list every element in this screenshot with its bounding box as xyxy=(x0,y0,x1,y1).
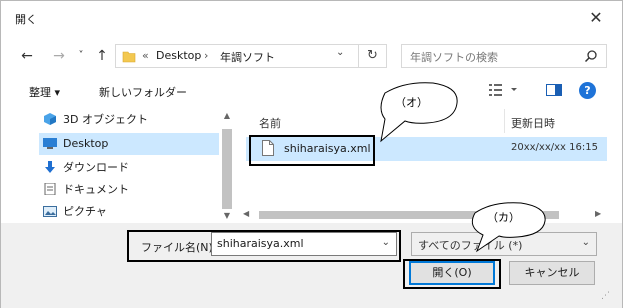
document-icon xyxy=(44,183,56,195)
sidebar-item-documents[interactable]: ドキュメント xyxy=(43,179,219,201)
breadcrumb-overflow[interactable]: « xyxy=(142,49,149,62)
new-folder-button[interactable]: 新しいフォルダー xyxy=(99,84,187,100)
sidebar-item-label: 3D オブジェクト xyxy=(63,113,148,126)
navigation-pane-scrollbar[interactable]: ▲ ▼ xyxy=(219,107,235,223)
cancel-button[interactable]: キャンセル xyxy=(509,261,595,285)
breadcrumb-desktop[interactable]: Desktop xyxy=(156,49,201,62)
recent-locations-chevron-icon[interactable]: ˅ xyxy=(75,45,87,67)
3d-objects-icon xyxy=(44,113,56,125)
up-folder-icon[interactable]: ↑ xyxy=(93,45,111,67)
callout-label-o: （オ） xyxy=(395,96,428,109)
close-icon[interactable]: ✕ xyxy=(587,9,605,27)
open-file-dialog: 開く ✕ ← → ˅ ↑ « Desktop › 年調ソフト ⌄ ↻ 年調ソフト… xyxy=(0,0,623,308)
sidebar-item-downloads[interactable]: ダウンロード xyxy=(43,157,219,179)
address-bar[interactable]: « Desktop › 年調ソフト ⌄ xyxy=(115,44,359,68)
highlight-box-filename xyxy=(127,230,401,262)
highlight-box-file xyxy=(249,135,375,166)
callout-label-ka: （カ） xyxy=(487,211,520,224)
forward-arrow-icon[interactable]: → xyxy=(49,45,69,67)
breadcrumb-separator: › xyxy=(204,49,209,62)
sidebar-item-3d-objects[interactable]: 3D オブジェクト xyxy=(43,109,219,131)
dialog-title: 開く xyxy=(15,13,37,26)
highlight-box-open-button xyxy=(403,259,501,289)
title-bar: 開く ✕ xyxy=(1,1,622,37)
sidebar-item-label: ドキュメント xyxy=(63,183,129,196)
organize-menu-button[interactable]: 整理 ▾ xyxy=(29,84,60,100)
breadcrumb-current-folder[interactable]: 年調ソフト xyxy=(220,49,275,65)
search-box[interactable]: 年調ソフトの検索 xyxy=(401,44,607,68)
file-date-modified: 20xx/xx/xx 16:15 xyxy=(511,142,598,153)
folder-icon xyxy=(122,51,136,63)
search-placeholder: 年調ソフトの検索 xyxy=(410,51,498,64)
scroll-up-arrow-icon[interactable]: ▲ xyxy=(221,111,233,120)
scroll-right-arrow-icon[interactable]: ▶ xyxy=(595,209,601,218)
column-divider[interactable] xyxy=(504,109,505,133)
sidebar-item-pictures[interactable]: ピクチャ xyxy=(43,201,219,223)
column-header-date-modified[interactable]: 更新日時 xyxy=(511,115,555,131)
desktop-icon xyxy=(43,138,57,149)
resize-grip-icon[interactable]: ⋰ xyxy=(601,291,610,301)
refresh-button[interactable]: ↻ xyxy=(359,44,387,68)
column-header-name[interactable]: 名前 xyxy=(259,115,281,131)
search-icon xyxy=(584,50,597,63)
pictures-icon xyxy=(43,206,57,217)
address-dropdown-chevron-icon[interactable]: ⌄ xyxy=(336,47,344,58)
command-bar: 整理 ▾ 新しいフォルダー ? xyxy=(1,79,622,103)
back-arrow-icon[interactable]: ← xyxy=(17,45,37,67)
sidebar-item-label: ダウンロード xyxy=(63,161,129,174)
callout-bubble-o xyxy=(380,82,458,143)
help-icon[interactable]: ? xyxy=(579,82,596,99)
navigation-bar: ← → ˅ ↑ « Desktop › 年調ソフト ⌄ ↻ 年調ソフトの検索 xyxy=(1,41,622,71)
sidebar-item-label: Desktop xyxy=(63,137,109,150)
navigation-pane: 3D オブジェクト Desktop ダウンロード ドキュメント ピクチャ xyxy=(1,107,239,223)
scroll-left-arrow-icon[interactable]: ◀ xyxy=(243,209,249,218)
view-options-icon[interactable] xyxy=(489,83,519,97)
download-icon xyxy=(45,161,55,173)
sidebar-item-label: ピクチャ xyxy=(63,205,107,218)
scrollbar-thumb[interactable] xyxy=(222,129,232,209)
preview-pane-icon[interactable] xyxy=(546,83,562,97)
file-type-chevron-icon[interactable]: ⌄ xyxy=(582,237,590,248)
sidebar-item-desktop[interactable]: Desktop xyxy=(39,133,219,155)
scroll-down-arrow-icon[interactable]: ▼ xyxy=(221,211,233,220)
